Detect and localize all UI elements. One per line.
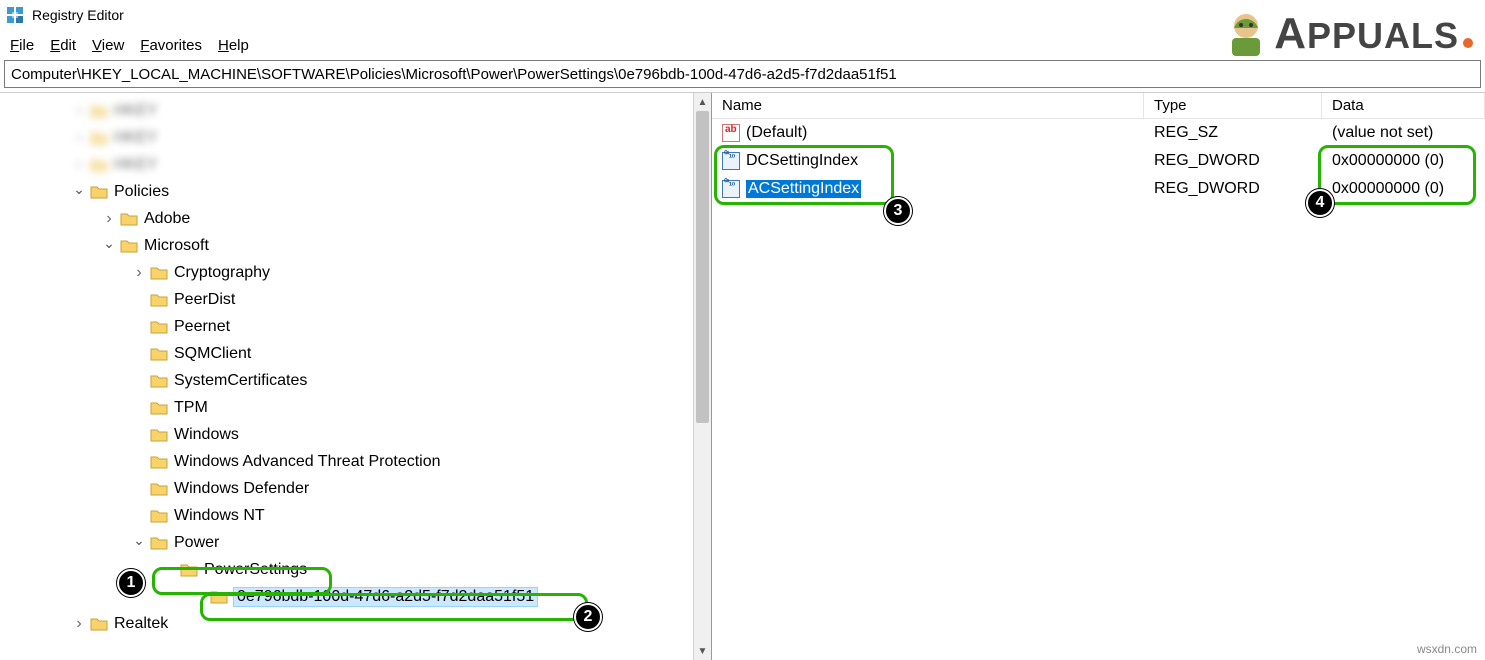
tree-pane: HKEY HKEY HKEY Policies Adobe Microsoft … — [0, 93, 712, 660]
tree-item-policies[interactable]: Policies — [114, 183, 169, 201]
value-name-cell[interactable]: ACSettingIndex — [712, 180, 1144, 198]
tree-item[interactable]: TPM — [174, 399, 208, 417]
tree-item[interactable]: HKEY — [114, 156, 158, 174]
menu-view[interactable]: View — [92, 37, 124, 54]
tree-item[interactable]: HKEY — [114, 102, 158, 120]
annotation-badge-3: 3 — [884, 197, 912, 225]
tree-item[interactable]: Windows — [174, 426, 239, 444]
folder-icon — [150, 345, 168, 363]
folder-icon — [150, 318, 168, 336]
folder-icon — [210, 588, 228, 606]
value-name: (Default) — [746, 124, 807, 142]
value-type-cell: REG_SZ — [1144, 124, 1322, 142]
chevron-right-icon[interactable] — [70, 156, 88, 174]
source-attribution: wsxdn.com — [1417, 642, 1477, 656]
folder-icon — [150, 426, 168, 444]
address-bar[interactable]: Computer\HKEY_LOCAL_MACHINE\SOFTWARE\Pol… — [4, 60, 1481, 88]
folder-icon — [150, 507, 168, 525]
window-title: Registry Editor — [32, 7, 124, 23]
folder-icon — [90, 615, 108, 633]
scroll-thumb[interactable] — [696, 111, 709, 423]
tree-item-adobe[interactable]: Adobe — [144, 210, 190, 228]
address-path: Computer\HKEY_LOCAL_MACHINE\SOFTWARE\Pol… — [11, 66, 897, 83]
watermark-logo: APPUALS — [1218, 6, 1473, 62]
chevron-down-icon[interactable] — [100, 237, 118, 255]
tree-item-guid-selected[interactable]: 0e796bdb-100d-47d6-a2d5-f7d2daa51f51 — [234, 588, 537, 606]
value-type-cell: REG_DWORD — [1144, 152, 1322, 170]
tree-item-power[interactable]: Power — [174, 534, 219, 552]
value-data-cell: (value not set) — [1322, 124, 1485, 142]
annotation-badge-4: 4 — [1306, 189, 1334, 217]
folder-icon — [180, 561, 198, 579]
tree-item[interactable]: PeerDist — [174, 291, 235, 309]
scroll-up-icon[interactable]: ▲ — [694, 93, 711, 111]
tree-item[interactable]: Windows Advanced Threat Protection — [174, 453, 441, 471]
annotation-badge-1: 1 — [117, 569, 145, 597]
value-name: DCSettingIndex — [746, 152, 858, 170]
menu-help[interactable]: Help — [218, 37, 249, 54]
menu-edit[interactable]: Edit — [50, 37, 76, 54]
chevron-down-icon[interactable] — [130, 534, 148, 552]
folder-icon — [150, 264, 168, 282]
list-header: Name Type Data — [712, 93, 1485, 119]
list-row[interactable]: DCSettingIndex REG_DWORD0x00000000 (0) — [712, 147, 1485, 175]
chevron-right-icon[interactable] — [130, 264, 148, 282]
tree-item[interactable]: Peernet — [174, 318, 230, 336]
menu-file[interactable]: File — [10, 37, 34, 54]
tree-item[interactable]: Cryptography — [174, 264, 270, 282]
value-data-cell: 0x00000000 (0) — [1322, 180, 1485, 198]
chevron-right-icon[interactable] — [70, 102, 88, 120]
folder-icon — [90, 183, 108, 201]
scrollbar-vertical[interactable]: ▲ ▼ — [693, 93, 711, 660]
chevron-right-icon[interactable] — [70, 129, 88, 147]
folder-icon — [150, 453, 168, 471]
column-header-type[interactable]: Type — [1144, 93, 1322, 118]
scroll-down-icon[interactable]: ▼ — [694, 642, 711, 660]
string-value-icon — [722, 124, 740, 142]
tree-item[interactable]: Windows Defender — [174, 480, 309, 498]
list-row[interactable]: (Default) REG_SZ(value not set) — [712, 119, 1485, 147]
menu-favorites[interactable]: Favorites — [140, 37, 202, 54]
folder-icon — [150, 534, 168, 552]
folder-icon — [150, 480, 168, 498]
tree-item-microsoft[interactable]: Microsoft — [144, 237, 209, 255]
value-name-cell[interactable]: DCSettingIndex — [712, 152, 1144, 170]
value-name-cell[interactable]: (Default) — [712, 124, 1144, 142]
folder-icon — [120, 210, 138, 228]
list-row[interactable]: ACSettingIndex REG_DWORD0x00000000 (0) — [712, 175, 1485, 203]
tree-item-powersettings[interactable]: PowerSettings — [204, 561, 307, 579]
column-header-data[interactable]: Data — [1322, 93, 1485, 118]
folder-icon — [150, 372, 168, 390]
folder-icon — [150, 291, 168, 309]
tree-item[interactable]: SystemCertificates — [174, 372, 307, 390]
value-data-cell: 0x00000000 (0) — [1322, 152, 1485, 170]
folder-icon — [150, 399, 168, 417]
app-icon — [6, 6, 24, 24]
value-name: ACSettingIndex — [746, 180, 861, 198]
tree-item[interactable]: Windows NT — [174, 507, 265, 525]
folder-icon — [90, 102, 108, 120]
folder-icon — [120, 237, 138, 255]
list-pane: Name Type Data (Default) REG_SZ(value not… — [712, 93, 1485, 660]
tree-item-realtek[interactable]: Realtek — [114, 615, 168, 633]
column-header-name[interactable]: Name — [712, 93, 1144, 118]
dword-value-icon — [722, 180, 740, 198]
chevron-right-icon[interactable] — [70, 615, 88, 633]
dword-value-icon — [722, 152, 740, 170]
folder-icon — [90, 156, 108, 174]
annotation-badge-2: 2 — [574, 603, 602, 631]
chevron-down-icon[interactable] — [70, 183, 88, 201]
folder-icon — [90, 129, 108, 147]
tree-item[interactable]: HKEY — [114, 129, 158, 147]
chevron-right-icon[interactable] — [100, 210, 118, 228]
value-type-cell: REG_DWORD — [1144, 180, 1322, 198]
tree-item[interactable]: SQMClient — [174, 345, 251, 363]
